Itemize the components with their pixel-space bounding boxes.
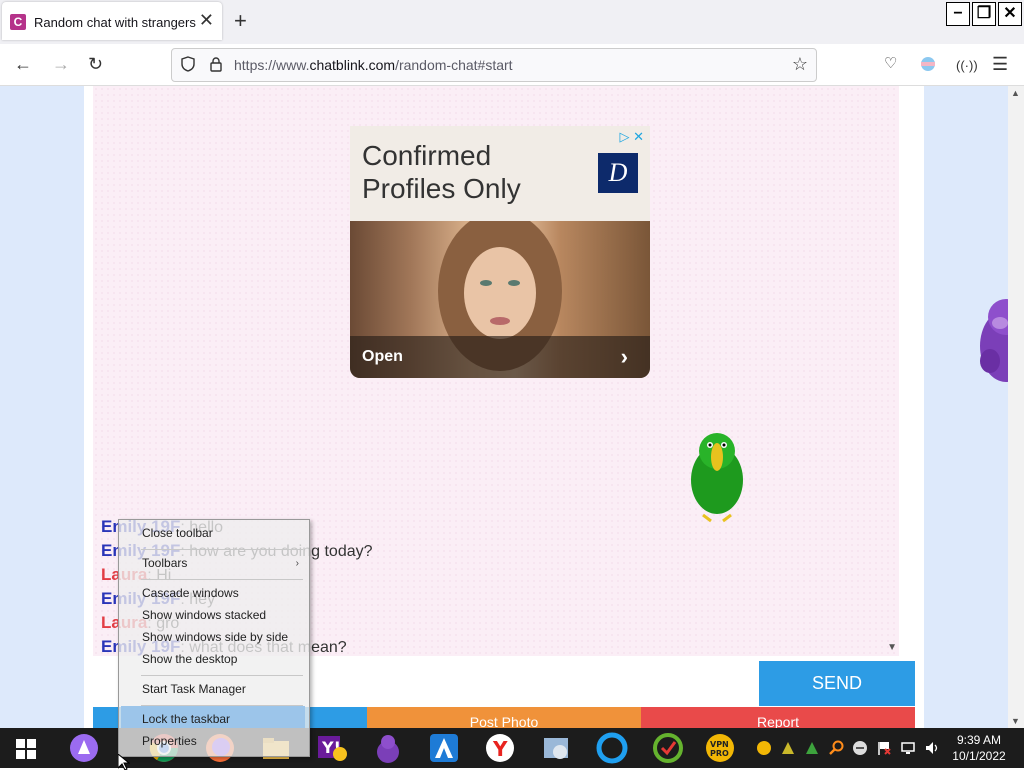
windows-start-icon[interactable] (16, 739, 36, 759)
report-button[interactable]: Report (641, 707, 915, 728)
svg-text:PRO: PRO (710, 749, 729, 758)
ad-headline-line2: Profiles Only (362, 173, 521, 204)
svg-text:VPN: VPN (710, 740, 729, 749)
bookmark-star-icon[interactable]: ☆ (792, 54, 808, 75)
page-scrollbar[interactable]: ▲ ▼ (1008, 86, 1024, 728)
cortana-icon[interactable] (68, 732, 100, 764)
new-tab-button[interactable]: + (234, 10, 247, 32)
ccleaner-icon[interactable] (652, 732, 684, 764)
reload-icon[interactable]: ↻ (88, 54, 103, 74)
disk-utility-icon[interactable] (540, 732, 572, 764)
browser-tab[interactable]: C Random chat with strangers ✕ (2, 2, 222, 40)
site-favicon: C (10, 14, 26, 30)
maximize-button[interactable]: ❐ (972, 2, 996, 26)
menu-hamburger-icon[interactable]: ☰ (992, 54, 1008, 74)
tray-app-icon[interactable] (804, 740, 820, 756)
menu-item-show-desktop[interactable]: Show the desktop (142, 652, 237, 666)
extension-icon[interactable]: ((·)) (956, 56, 978, 76)
window-controls: − ❐ ✕ (946, 2, 1022, 26)
ad-open-label: Open (362, 348, 403, 365)
tracking-shield-icon[interactable] (180, 56, 196, 72)
search-icon[interactable] (828, 740, 844, 756)
scroll-down-icon[interactable]: ▼ (1011, 716, 1020, 726)
menu-item-close-toolbar[interactable]: Close toolbar (142, 526, 213, 540)
vpn-pro-icon[interactable]: VPNPRO (704, 732, 736, 764)
ad-logo: D (598, 153, 638, 193)
tray-app-icon[interactable] (780, 740, 796, 756)
menu-separator (141, 675, 303, 676)
yandex-browser-icon[interactable]: Y (484, 732, 516, 764)
menu-item-lock-taskbar[interactable]: Lock the taskbar (142, 712, 230, 726)
advertisement[interactable]: ▷ ✕ Confirmed Profiles Only D Open › (350, 126, 650, 378)
ad-headline-line1: Confirmed (362, 140, 492, 171)
menu-separator (141, 579, 303, 580)
menu-separator (141, 549, 303, 550)
browser-navbar: ← → ↻ https://www.chatblink.com/random-c… (0, 44, 1024, 86)
tab-close-icon[interactable]: ✕ (199, 11, 214, 29)
browser-titlebar: C Random chat with strangers ✕ + − ❐ ✕ (0, 0, 1024, 44)
menu-item-cascade-windows[interactable]: Cascade windows (142, 586, 239, 600)
parrot-mascot (691, 433, 743, 523)
clock-time: 9:39 AM (956, 733, 1002, 747)
close-window-button[interactable]: ✕ (998, 2, 1022, 26)
tray-status-icon[interactable] (852, 740, 868, 756)
bonzi-buddy-icon[interactable] (372, 732, 404, 764)
app-a-icon[interactable] (428, 732, 460, 764)
back-arrow-icon[interactable]: ← (14, 54, 32, 74)
account-icon[interactable] (920, 56, 936, 72)
clock-date: 10/1/2022 (952, 749, 1006, 763)
url-text: https://www.chatblink.com/random-chat#st… (234, 57, 513, 73)
scroll-up-icon[interactable]: ▲ (1011, 88, 1020, 98)
post-photo-button[interactable]: Post Photo (367, 707, 641, 728)
taskbar-clock[interactable]: 9:39 AM 10/1/2022 (944, 732, 1014, 764)
yahoo-messenger-icon[interactable]: Y! (316, 732, 348, 764)
ad-cta-bar[interactable]: Open › (350, 336, 650, 378)
send-button[interactable]: SEND (759, 661, 915, 706)
edge-icon[interactable] (596, 732, 628, 764)
purple-gorilla-desktop-buddy[interactable] (970, 291, 1008, 391)
chevron-right-icon: › (620, 344, 628, 369)
pocket-icon[interactable]: ♡ (884, 54, 897, 74)
volume-icon[interactable] (924, 740, 940, 756)
tab-title: Random chat with strangers (34, 15, 196, 30)
taskbar-context-menu: Close toolbar Toolbars › Cascade windows… (118, 519, 310, 757)
menu-item-show-windows-stacked[interactable]: Show windows stacked (142, 608, 266, 622)
lock-icon[interactable] (208, 56, 224, 72)
flag-icon[interactable] (876, 740, 892, 756)
menu-item-toolbars[interactable]: Toolbars (142, 556, 187, 570)
svg-text:Y: Y (492, 737, 508, 761)
menu-item-properties[interactable]: Properties (142, 734, 197, 748)
network-icon[interactable] (900, 740, 916, 756)
minimize-button[interactable]: − (946, 2, 970, 26)
menu-item-show-windows-side-by-side[interactable]: Show windows side by side (142, 630, 288, 644)
vpn-tray-icon[interactable] (756, 740, 772, 756)
menu-item-start-task-manager[interactable]: Start Task Manager (142, 682, 246, 696)
address-bar[interactable]: https://www.chatblink.com/random-chat#st… (171, 48, 817, 82)
forward-arrow-icon[interactable]: → (52, 54, 70, 74)
menu-separator (141, 705, 303, 706)
adchoices-icon[interactable]: ▷ ✕ (619, 129, 644, 145)
submenu-arrow-icon: › (295, 558, 299, 569)
chat-scroll-down-icon[interactable]: ▼ (887, 642, 897, 653)
